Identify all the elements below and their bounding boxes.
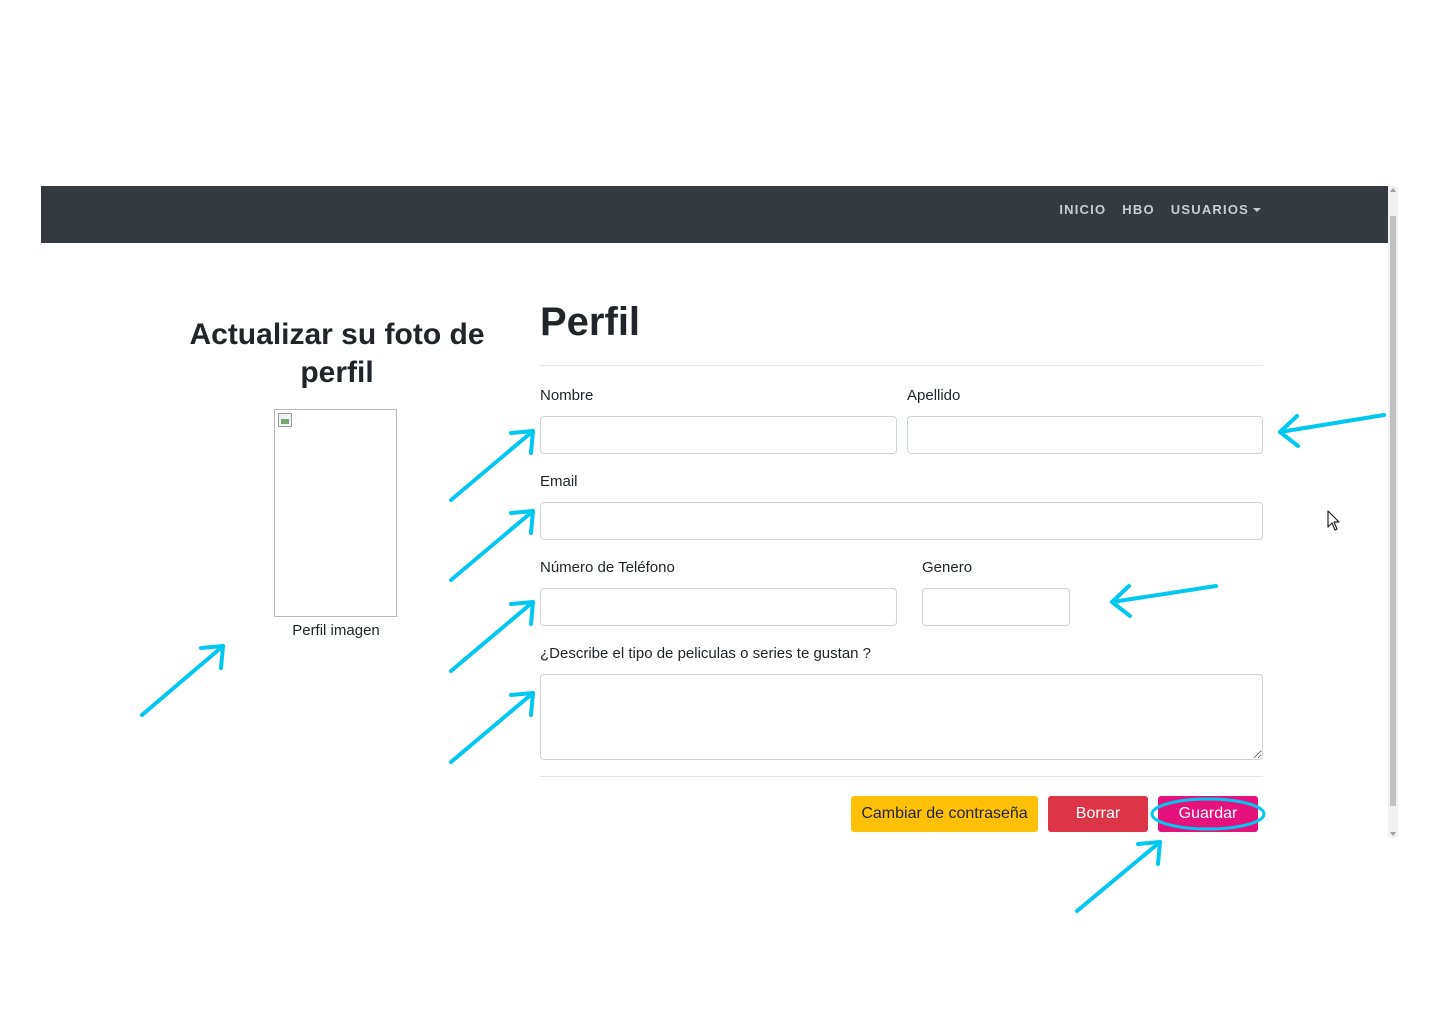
broken-image-icon — [278, 413, 292, 427]
annotation-arrow-descripcion — [449, 691, 535, 764]
apellido-label: Apellido — [907, 387, 961, 404]
nav-link-inicio-label: INICIO — [1059, 202, 1107, 217]
scrollbar-thumb[interactable] — [1390, 216, 1396, 806]
telefono-label: Número de Teléfono — [540, 559, 675, 576]
annotation-arrow-telefono — [449, 600, 535, 673]
nav-links: INICIO HBO USUARIOS — [1059, 186, 1261, 233]
nav-link-usuarios-label: USUARIOS — [1170, 202, 1249, 217]
email-label: Email — [540, 473, 578, 490]
genero-label: Genero — [922, 559, 973, 576]
page-title: Perfil — [540, 300, 641, 344]
nav-dropdown-usuarios[interactable]: USUARIOS — [1171, 202, 1261, 217]
form-divider — [540, 776, 1263, 777]
annotation-arrow-nombre — [449, 429, 535, 502]
save-button[interactable]: Guardar — [1158, 796, 1258, 832]
nombre-input[interactable] — [540, 416, 897, 454]
annotation-arrow-genero — [1110, 584, 1218, 618]
nav-link-inicio[interactable]: INICIO — [1059, 202, 1106, 217]
nombre-label: Nombre — [540, 387, 594, 404]
annotation-arrow-photo — [140, 644, 225, 717]
apellido-input[interactable] — [907, 416, 1263, 454]
descripcion-label: ¿Describe el tipo de peliculas o series … — [540, 645, 872, 662]
profile-image[interactable] — [274, 409, 397, 617]
top-navbar: INICIO HBO USUARIOS — [41, 186, 1388, 243]
profile-image-caption: Perfil imagen — [292, 622, 380, 639]
email-input[interactable] — [540, 502, 1263, 540]
scroll-down-arrow-icon[interactable] — [1390, 832, 1396, 836]
descripcion-textarea[interactable] — [540, 674, 1263, 760]
photo-section-title: Actualizar su foto de perfil — [189, 318, 485, 389]
mouse-pointer-icon — [1327, 510, 1340, 531]
annotation-arrow-apellido — [1278, 413, 1386, 448]
vertical-scrollbar[interactable] — [1388, 186, 1398, 838]
scroll-up-arrow-icon[interactable] — [1390, 188, 1396, 192]
telefono-input[interactable] — [540, 588, 897, 626]
nav-link-hbo[interactable]: HBO — [1122, 202, 1155, 217]
delete-button[interactable]: Borrar — [1048, 796, 1148, 832]
annotation-arrow-save — [1075, 840, 1162, 913]
dropdown-caret-icon — [1253, 207, 1261, 212]
genero-input[interactable] — [922, 588, 1070, 626]
change-password-button[interactable]: Cambiar de contraseña — [851, 796, 1038, 832]
title-divider — [540, 365, 1263, 366]
annotation-arrow-email — [449, 509, 535, 582]
nav-link-hbo-label: HBO — [1122, 202, 1155, 217]
